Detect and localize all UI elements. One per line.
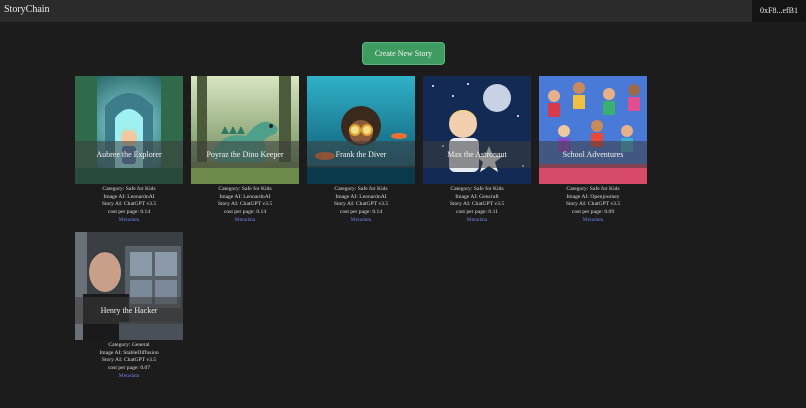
story-story-ai: Story AI: ChatGPT v3.5 bbox=[101, 201, 157, 208]
story-category: Category: Safe for Kids bbox=[334, 186, 388, 192]
story-thumbnail[interactable]: Aubree the Explorer bbox=[75, 76, 183, 184]
story-category: Category: Safe for Kids bbox=[450, 186, 504, 192]
top-bar: StoryChain 0xF8...efB1 bbox=[0, 0, 806, 22]
story-card[interactable]: Poyraz the Dino Keeper Category: Safe fo… bbox=[191, 76, 299, 225]
story-cost: cost per page: 0.14 bbox=[339, 209, 383, 216]
story-cost: cost per page: 0.14 bbox=[107, 209, 151, 216]
story-story-ai: Story AI: ChatGPT v3.5 bbox=[101, 357, 157, 364]
metadata-link[interactable]: Metadata bbox=[191, 217, 299, 225]
wallet-address-button[interactable]: 0xF8...efB1 bbox=[752, 0, 806, 22]
story-image-ai: Image AI: Openjourney bbox=[566, 193, 620, 200]
app-title[interactable]: StoryChain bbox=[4, 4, 50, 15]
story-thumbnail[interactable]: School Adventures bbox=[539, 76, 647, 184]
story-title: Henry the Hacker bbox=[75, 297, 183, 324]
story-story-ai: Story AI: ChatGPT v3.5 bbox=[333, 201, 389, 208]
story-image-ai: Image AI: LeonardoAI bbox=[335, 193, 387, 200]
story-details: Category: Safe for Kids Image AI: Openjo… bbox=[539, 186, 647, 225]
story-cost: cost per page: 0.07 bbox=[107, 365, 151, 372]
metadata-link[interactable]: Metadata bbox=[307, 217, 415, 225]
story-card[interactable]: School Adventures Category: Safe for Kid… bbox=[539, 76, 647, 225]
story-thumbnail[interactable]: Frank the Diver bbox=[307, 76, 415, 184]
story-details: Category: Safe for Kids Image AI: Leonar… bbox=[307, 186, 415, 225]
story-image-ai: Image AI: StableDiffusion bbox=[99, 349, 159, 356]
story-card[interactable]: Aubree the Explorer Category: Safe for K… bbox=[75, 76, 183, 225]
story-thumbnail[interactable]: Max the Astronaut bbox=[423, 76, 531, 184]
story-story-ai: Story AI: ChatGPT v3.5 bbox=[449, 201, 505, 208]
story-title: Frank the Diver bbox=[307, 141, 415, 168]
story-details: Category: Safe for Kids Image AI: Gencra… bbox=[423, 186, 531, 225]
metadata-link[interactable]: Metadata bbox=[75, 217, 183, 225]
story-image-ai: Image AI: LeonardoAI bbox=[103, 193, 155, 200]
create-new-story-button[interactable]: Create New Story bbox=[362, 42, 445, 65]
story-category: Category: Safe for Kids bbox=[102, 186, 156, 192]
story-thumbnail[interactable]: Poyraz the Dino Keeper bbox=[191, 76, 299, 184]
story-story-ai: Story AI: ChatGPT v3.5 bbox=[217, 201, 273, 208]
story-title: Poyraz the Dino Keeper bbox=[191, 141, 299, 168]
metadata-link[interactable]: Metadata bbox=[75, 373, 183, 381]
story-details: Category: Safe for Kids Image AI: Leonar… bbox=[75, 186, 183, 225]
story-story-ai: Story AI: ChatGPT v3.5 bbox=[565, 201, 621, 208]
story-thumbnail[interactable]: Henry the Hacker bbox=[75, 232, 183, 340]
metadata-link[interactable]: Metadata bbox=[423, 217, 531, 225]
story-details: Category: General Image AI: StableDiffus… bbox=[75, 342, 183, 381]
story-title: Aubree the Explorer bbox=[75, 141, 183, 168]
story-card[interactable]: Frank the Diver Category: Safe for Kids … bbox=[307, 76, 415, 225]
story-category: Category: General bbox=[108, 342, 150, 348]
story-cost: cost per page: 0.09 bbox=[571, 209, 615, 216]
story-category: Category: Safe for Kids bbox=[218, 186, 272, 192]
story-cost: cost per page: 0.11 bbox=[455, 209, 499, 216]
story-image-ai: Image AI: LeonardoAI bbox=[219, 193, 271, 200]
story-category: Category: Safe for Kids bbox=[566, 186, 620, 192]
story-cost: cost per page: 0.14 bbox=[223, 209, 267, 216]
story-card[interactable]: Max the Astronaut Category: Safe for Kid… bbox=[423, 76, 531, 225]
story-card[interactable]: Henry the Hacker Category: General Image… bbox=[75, 232, 183, 381]
story-details: Category: Safe for Kids Image AI: Leonar… bbox=[191, 186, 299, 225]
story-image-ai: Image AI: Gencraft bbox=[455, 193, 499, 200]
metadata-link[interactable]: Metadata bbox=[539, 217, 647, 225]
story-title: School Adventures bbox=[539, 141, 647, 168]
story-title: Max the Astronaut bbox=[423, 141, 531, 168]
